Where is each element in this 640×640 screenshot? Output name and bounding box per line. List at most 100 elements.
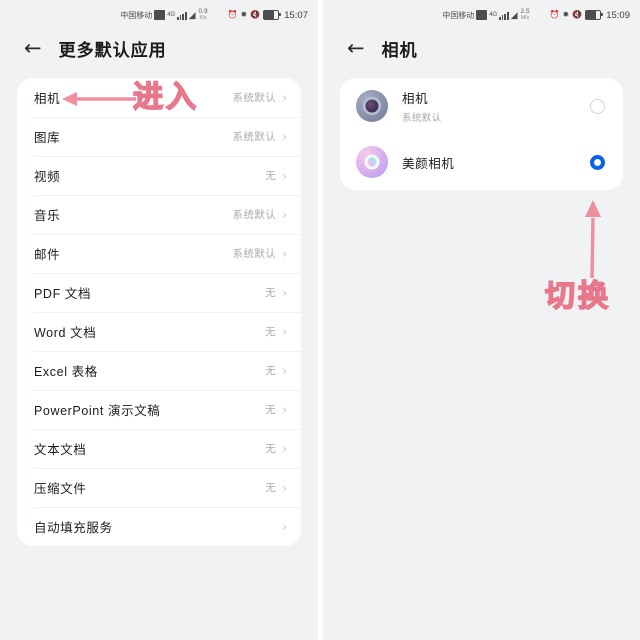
list-item[interactable]: 视频 无 › (17, 156, 301, 195)
page-title: 相机 (381, 40, 418, 60)
network-speed-unit: M/s (521, 14, 530, 21)
list-item[interactable]: 文本文档 无 › (17, 429, 301, 468)
network-speed-unit: K/s (199, 14, 207, 21)
list-item-label: 相机 (34, 92, 61, 106)
radio-button-camera[interactable] (590, 98, 605, 114)
annotation-switch-text: 切换 (544, 279, 611, 314)
list-item[interactable]: Word 文档 无 › (17, 312, 301, 351)
list-item-label: 压缩文件 (34, 482, 87, 496)
left-phone-screen: 中国移动 4G ◢ 0.9 K/s ⏰ ✹ 🔇 15:07 ← 更多默认应用 相… (0, 0, 318, 640)
beauty-camera-app-icon (356, 146, 388, 178)
sim-card-icon (154, 10, 166, 20)
camera-options-card: 相机 系统默认 美颜相机 (340, 78, 623, 190)
battery-icon (263, 10, 281, 20)
chevron-right-icon: › (282, 441, 287, 456)
list-item-label: Excel 表格 (34, 365, 98, 379)
list-item[interactable]: 音乐 系统默认 › (17, 195, 301, 234)
right-phone-screen: 中国移动 4G ◢ 2.5 M/s ⏰ ✹ 🔇 15:09 ← 相机 相机 系统… (323, 0, 640, 640)
status-clock: 15:07 (284, 9, 308, 21)
sim-card-icon (476, 10, 488, 20)
list-item-value: 无 (265, 170, 277, 182)
left-status-right-group: ⏰ ✹ 🔇 15:07 (228, 10, 308, 21)
list-item-value: 无 (265, 482, 277, 494)
option-subtitle: 系统默认 (402, 113, 442, 124)
status-clock: 15:09 (606, 9, 630, 21)
right-title-bar: ← 相机 (323, 28, 640, 68)
left-status-left-group: 中国移动 4G ◢ 0.9 K/s (120, 9, 207, 21)
list-item-value: 无 (265, 326, 277, 338)
wifi-icon: ◢ (188, 9, 196, 20)
list-item[interactable]: 压缩文件 无 › (17, 468, 301, 507)
list-item[interactable]: 自动填充服务 › (17, 507, 301, 546)
dual-screenshot-container: 中国移动 4G ◢ 0.9 K/s ⏰ ✹ 🔇 15:07 ← 更多默认应用 相… (0, 0, 640, 640)
list-item[interactable]: 相机 系统默认 › (17, 78, 301, 117)
chevron-right-icon: › (282, 363, 287, 378)
back-arrow-icon[interactable]: ← (347, 37, 365, 59)
right-status-right-group: ⏰ ✹ 🔇 15:09 (550, 10, 630, 21)
volte-icon: 4G (489, 12, 498, 18)
back-arrow-icon[interactable]: ← (24, 37, 42, 59)
left-title-bar: ← 更多默认应用 (0, 28, 318, 68)
list-item-label: 音乐 (34, 209, 61, 223)
signal-bars-icon (177, 11, 187, 20)
radio-button-beauty-camera[interactable] (590, 154, 605, 170)
chevron-right-icon: › (282, 168, 287, 183)
list-item-value: 系统默认 (232, 92, 277, 104)
list-item-value: 无 (265, 287, 277, 299)
right-status-bar: 中国移动 4G ◢ 2.5 M/s ⏰ ✹ 🔇 15:09 (323, 0, 640, 28)
list-item-value: 系统默认 (232, 209, 277, 221)
page-title: 更多默认应用 (58, 40, 167, 60)
wifi-icon: ◢ (510, 9, 518, 20)
list-item[interactable]: 图库 系统默认 › (17, 117, 301, 156)
right-status-left-group: 中国移动 4G ◢ 2.5 M/s (442, 9, 529, 21)
list-item-label: 文本文档 (34, 443, 87, 457)
list-item[interactable]: PDF 文档 无 › (17, 273, 301, 312)
left-status-bar: 中国移动 4G ◢ 0.9 K/s ⏰ ✹ 🔇 15:07 (0, 0, 318, 28)
list-item-label: PowerPoint 演示文稿 (34, 404, 161, 418)
list-item-label: 自动填充服务 (34, 521, 113, 535)
bluetooth-icon: ✹ (562, 10, 570, 19)
option-text-group: 美颜相机 (402, 153, 590, 172)
carrier-label: 中国移动 (442, 10, 475, 20)
list-item[interactable]: PowerPoint 演示文稿 无 › (17, 390, 301, 429)
battery-icon (585, 10, 603, 20)
list-item-label: 视频 (34, 170, 61, 184)
mute-icon: 🔇 (250, 10, 261, 19)
list-item-label: 图库 (34, 131, 61, 145)
list-item-value: 无 (265, 365, 277, 377)
default-apps-list-card: 相机 系统默认 › 图库 系统默认 › 视频 无 › 音乐 系统默认 › 邮件 (17, 78, 301, 546)
up-arrow-annotation-icon (585, 200, 601, 279)
list-item-value: 无 (265, 404, 277, 416)
option-name: 相机 (402, 92, 429, 106)
list-item-label: Word 文档 (34, 326, 97, 340)
list-item-value: 系统默认 (232, 248, 277, 260)
list-item[interactable]: Excel 表格 无 › (17, 351, 301, 390)
volte-icon: 4G (167, 12, 176, 18)
chevron-right-icon: › (282, 480, 287, 495)
list-item-label: 邮件 (34, 248, 61, 262)
chevron-right-icon: › (282, 246, 287, 261)
bluetooth-icon: ✹ (240, 10, 248, 19)
camera-app-icon (356, 90, 388, 122)
chevron-right-icon: › (282, 324, 287, 339)
carrier-label: 中国移动 (120, 10, 153, 20)
signal-bars-icon (499, 11, 509, 20)
mute-icon: 🔇 (572, 10, 583, 19)
chevron-right-icon: › (282, 90, 287, 105)
chevron-right-icon: › (282, 207, 287, 222)
alarm-icon: ⏰ (549, 10, 560, 19)
option-text-group: 相机 系统默认 (402, 88, 590, 124)
list-item-value: 无 (265, 443, 277, 455)
chevron-right-icon: › (282, 402, 287, 417)
network-speed-indicator: 2.5 M/s (521, 9, 530, 21)
chevron-right-icon: › (282, 519, 287, 534)
chevron-right-icon: › (282, 285, 287, 300)
network-speed-indicator: 0.9 K/s (199, 9, 208, 21)
alarm-icon: ⏰ (227, 10, 238, 19)
option-name: 美颜相机 (402, 156, 455, 171)
list-item-value: 系统默认 (232, 131, 277, 143)
chevron-right-icon: › (282, 129, 287, 144)
list-item[interactable]: 邮件 系统默认 › (17, 234, 301, 273)
option-row-beauty-camera[interactable]: 美颜相机 (340, 134, 623, 190)
option-row-camera[interactable]: 相机 系统默认 (340, 78, 623, 134)
